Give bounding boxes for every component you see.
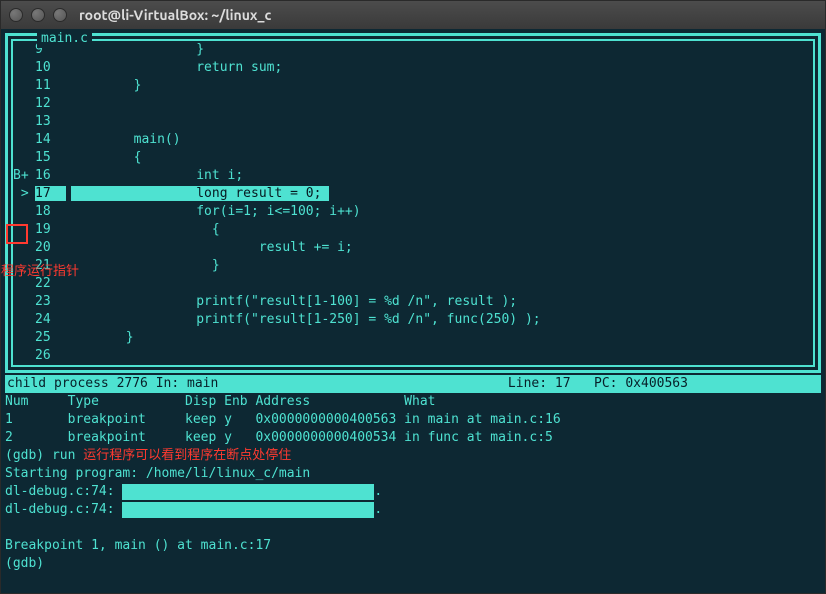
status-pc: PC: 0x400563 [594, 376, 688, 391]
line-number: 12 [33, 95, 67, 113]
gutter-mark [13, 113, 33, 131]
dl-debug-line: dl-debug.c:74: . [5, 501, 821, 519]
redaction-bar [122, 484, 374, 500]
breakpoint-header: Num Type Disp Enb Address What [5, 393, 821, 411]
code-text: result += i; [67, 239, 813, 257]
code-line: 12 [13, 95, 813, 113]
code-line: >17 long result = 0; [13, 185, 813, 203]
code-line: 14 main() [13, 131, 813, 149]
line-number: 17 [33, 185, 67, 203]
exec-pointer-annotation-text: 程序运行指针 [1, 263, 79, 281]
code-text: for(i=1; i<=100; i++) [67, 203, 813, 221]
line-number: 11 [33, 77, 67, 95]
gdb-prompt[interactable]: (gdb) [5, 555, 821, 573]
code-line: 13 [13, 113, 813, 131]
breakpoint-row: 1 breakpoint keep y 0x0000000000400563 i… [5, 411, 821, 429]
source-pane: main.c 9 }10 return sum;11 }121314 main(… [11, 39, 815, 367]
code-line: 24 printf("result[1-250] = %d /n", func(… [13, 311, 813, 329]
code-line: 18 for(i=1; i<=100; i++) [13, 203, 813, 221]
gutter-mark [13, 149, 33, 167]
exec-pointer-annotation-box [6, 224, 28, 244]
source-file-label: main.c [37, 30, 92, 48]
maximize-icon[interactable] [53, 8, 67, 22]
gdb-status-bar: child process 2776 In: main Line: 17 PC:… [5, 375, 821, 393]
redaction-bar [122, 502, 374, 518]
gutter-mark: B+ [13, 167, 33, 185]
line-number: 19 [33, 221, 67, 239]
gutter-mark [13, 41, 33, 59]
code-line: 19 { [13, 221, 813, 239]
gutter-mark [13, 77, 33, 95]
code-text [67, 113, 813, 131]
close-icon[interactable] [9, 8, 23, 22]
gutter-mark [13, 131, 33, 149]
code-line: 25 } [13, 329, 813, 347]
gutter-mark: > [13, 185, 33, 203]
window-title: root@li-VirtualBox: ~/linux_c [79, 7, 271, 23]
code-text: long result = 0; [67, 185, 813, 203]
line-number: 13 [33, 113, 67, 131]
terminal-window: root@li-VirtualBox: ~/linux_c main.c 9 }… [0, 0, 826, 594]
source-pane-outer: main.c 9 }10 return sum;11 }121314 main(… [5, 33, 821, 373]
code-line: B+16 int i; [13, 167, 813, 185]
line-number: 18 [33, 203, 67, 221]
line-number: 20 [33, 239, 67, 257]
dl-debug-line: dl-debug.c:74: . [5, 483, 821, 501]
line-number: 23 [33, 293, 67, 311]
titlebar[interactable]: root@li-VirtualBox: ~/linux_c [1, 1, 825, 29]
gutter-mark [13, 329, 33, 347]
code-text: } [67, 41, 813, 59]
line-number: 24 [33, 311, 67, 329]
source-code: 9 }10 return sum;11 }121314 main()15 {B+… [13, 41, 813, 365]
line-number: 25 [33, 329, 67, 347]
line-number: 26 [33, 347, 67, 365]
code-line: 15 { [13, 149, 813, 167]
gutter-mark [13, 203, 33, 221]
code-line: 11 } [13, 77, 813, 95]
code-text: printf("result[1-250] = %d /n", func(250… [67, 311, 813, 329]
gutter-mark [13, 95, 33, 113]
status-line: Line: 17 [508, 376, 571, 391]
code-line: 10 return sum; [13, 59, 813, 77]
code-line: 22 [13, 275, 813, 293]
code-line: 23 printf("result[1-100] = %d /n", resul… [13, 293, 813, 311]
code-line: 21 } [13, 257, 813, 275]
gdb-starting-program: Starting program: /home/li/linux_c/main [5, 465, 821, 483]
code-text: { [67, 221, 813, 239]
code-text: } [67, 77, 813, 95]
code-text: } [67, 257, 813, 275]
gutter-mark [13, 293, 33, 311]
run-annotation-text: 运行程序可以看到程序在断点处停住 [83, 448, 291, 463]
breakpoint-row: 2 breakpoint keep y 0x0000000000400534 i… [5, 429, 821, 447]
terminal-body[interactable]: main.c 9 }10 return sum;11 }121314 main(… [1, 29, 825, 593]
code-text: printf("result[1-100] = %d /n", result )… [67, 293, 813, 311]
line-number: 16 [33, 167, 67, 185]
code-line: 26 [13, 347, 813, 365]
gutter-mark [13, 347, 33, 365]
window-controls [9, 8, 67, 22]
breakpoint-hit: Breakpoint 1, main () at main.c:17 [5, 537, 821, 555]
blank-line [5, 519, 821, 537]
code-text: { [67, 149, 813, 167]
code-line: 20 result += i; [13, 239, 813, 257]
status-process: child process 2776 In: main [7, 376, 218, 391]
code-line: 9 } [13, 41, 813, 59]
code-text: int i; [67, 167, 813, 185]
code-text [67, 275, 813, 293]
line-number: 15 [33, 149, 67, 167]
gdb-run-line: (gdb) run 运行程序可以看到程序在断点处停住 [5, 447, 821, 465]
code-text [67, 347, 813, 365]
line-number: 14 [33, 131, 67, 149]
line-number: 10 [33, 59, 67, 77]
minimize-icon[interactable] [31, 8, 45, 22]
code-text [67, 95, 813, 113]
gutter-mark [13, 311, 33, 329]
code-text: return sum; [67, 59, 813, 77]
code-text: } [67, 329, 813, 347]
gutter-mark [13, 59, 33, 77]
code-text: main() [67, 131, 813, 149]
